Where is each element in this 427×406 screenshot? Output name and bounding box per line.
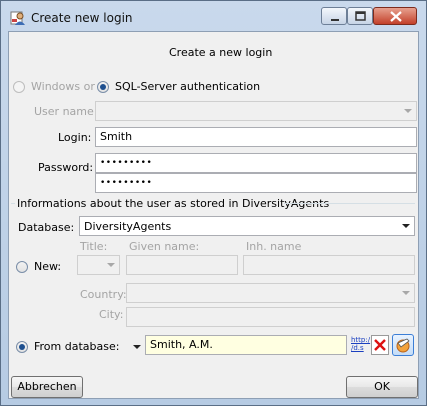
- dialog-body: Create a new login Windows or SQL-Server…: [8, 31, 419, 399]
- minimize-icon: [331, 19, 339, 21]
- from-database-label: From database:: [34, 340, 120, 353]
- cancel-button[interactable]: Abbrechen: [11, 376, 83, 398]
- sql-auth-label: SQL-Server authentication: [115, 80, 261, 93]
- given-name-label: Given name:: [129, 240, 200, 253]
- database-label: Database:: [18, 221, 75, 234]
- chevron-down-icon[interactable]: [133, 345, 141, 349]
- given-name-field[interactable]: [126, 255, 238, 275]
- maximize-icon: [355, 11, 366, 21]
- close-icon: [390, 11, 402, 22]
- dialog-window: Create new login Create a new login Wind…: [0, 0, 427, 406]
- country-combo[interactable]: [126, 283, 415, 303]
- edit-agent-button[interactable]: [392, 334, 414, 356]
- city-field[interactable]: [126, 307, 415, 327]
- username-combo[interactable]: [95, 101, 417, 121]
- country-label: Country:: [80, 288, 127, 301]
- link-icon-text-2: /d.s: [351, 344, 364, 352]
- password-label: Password:: [38, 161, 94, 174]
- window-title: Create new login: [31, 11, 133, 25]
- windows-auth-label: Windows or: [31, 80, 95, 93]
- remove-link-button[interactable]: [371, 335, 389, 355]
- chevron-down-icon: [402, 291, 410, 295]
- city-label: City:: [99, 308, 124, 321]
- new-agent-label: New:: [34, 260, 62, 273]
- dialog-heading: Create a new login: [169, 46, 273, 59]
- inh-name-field[interactable]: [243, 255, 415, 275]
- minimize-button[interactable]: [321, 7, 347, 25]
- section-divider-right: [284, 203, 415, 204]
- login-label: Login:: [58, 131, 92, 144]
- chevron-down-icon: [402, 224, 410, 228]
- sql-auth-radio[interactable]: [97, 81, 109, 93]
- windows-auth-radio[interactable]: [13, 81, 25, 93]
- edit-agent-icon: [396, 338, 410, 353]
- title-bar: Create new login: [1, 1, 426, 31]
- link-icon[interactable]: http:/ /d.s: [351, 336, 371, 354]
- new-agent-radio[interactable]: [16, 261, 28, 273]
- title-label: Title:: [80, 240, 108, 253]
- login-field[interactable]: Smith: [95, 127, 417, 147]
- user-login-icon: [10, 10, 26, 26]
- username-label: User name:: [34, 105, 98, 118]
- ok-button[interactable]: OK: [346, 376, 418, 398]
- inh-name-label: Inh. name: [246, 240, 302, 253]
- title-combo[interactable]: [77, 255, 120, 275]
- delete-x-icon: [374, 339, 386, 351]
- close-window-button[interactable]: [373, 7, 417, 25]
- link-icon-text-1: http:/: [351, 336, 371, 344]
- from-database-field[interactable]: Smith, A.M.: [145, 335, 347, 355]
- password-confirm-field[interactable]: •••••••••: [95, 173, 417, 193]
- agents-section-title: Informations about the user as stored in…: [17, 197, 330, 210]
- maximize-button[interactable]: [347, 7, 373, 25]
- chevron-down-icon: [107, 263, 115, 267]
- database-combo[interactable]: DiversityAgents: [79, 216, 415, 236]
- database-value: DiversityAgents: [84, 220, 172, 233]
- from-database-radio[interactable]: [16, 341, 28, 353]
- section-divider: [11, 203, 15, 204]
- chevron-down-icon: [404, 109, 412, 113]
- password-field[interactable]: •••••••••: [95, 153, 417, 173]
